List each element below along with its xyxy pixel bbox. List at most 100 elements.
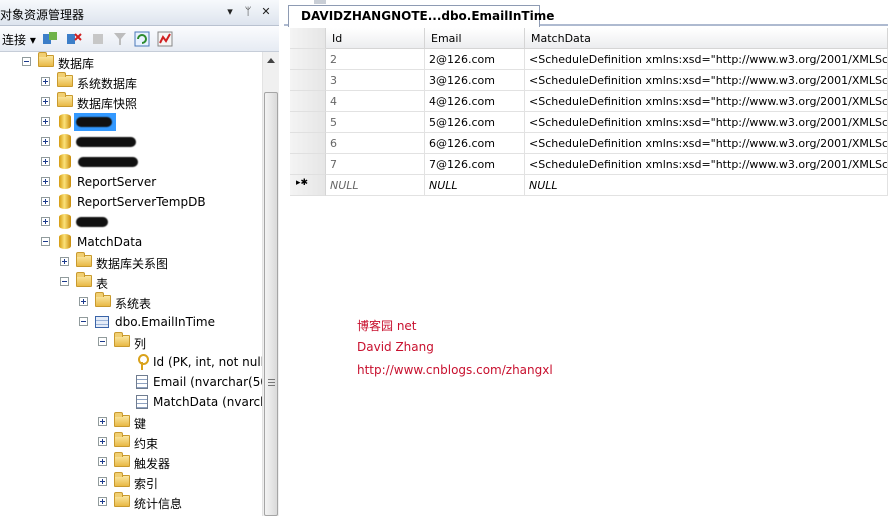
cell-matchdata-null[interactable]: NULL	[525, 175, 888, 196]
tree-node-label: dbo.EmailInTime	[115, 315, 215, 329]
expand-icon[interactable]	[41, 197, 50, 206]
row-selector[interactable]	[290, 112, 326, 133]
expand-icon[interactable]	[41, 217, 50, 226]
expand-icon[interactable]	[98, 457, 107, 466]
tree-node-triggers[interactable]: 触发器	[0, 452, 262, 472]
cell-id[interactable]: 6	[326, 133, 425, 154]
tree-node-reportserver[interactable]: ReportServer	[0, 172, 262, 192]
tree-node-tables[interactable]: 表	[0, 272, 262, 292]
grip-line	[268, 385, 275, 386]
cell-email[interactable]: 2@126.com	[425, 49, 525, 70]
expand-icon[interactable]	[41, 97, 50, 106]
cell-email[interactable]: 3@126.com	[425, 70, 525, 91]
expand-icon[interactable]	[41, 137, 50, 146]
tree-node-redacted-database[interactable]	[0, 132, 262, 152]
column-header-email[interactable]: Email	[425, 28, 525, 49]
cell-matchdata[interactable]: <ScheduleDefinition xmlns:xsd="http://ww…	[525, 112, 888, 133]
cell-email[interactable]: 4@126.com	[425, 91, 525, 112]
document-pane: DAVIDZHANGNOTE...dbo.EmailInTime Id Emai…	[284, 0, 888, 516]
cell-email-null[interactable]: NULL	[425, 175, 525, 196]
tree-node-redacted-database[interactable]	[0, 152, 262, 172]
column-header-id[interactable]: Id	[326, 28, 425, 49]
cell-email[interactable]: 7@126.com	[425, 154, 525, 175]
cell-id[interactable]: 2	[326, 49, 425, 70]
window-position-dropdown-icon[interactable]: ▾	[222, 4, 238, 20]
stop-icon[interactable]	[90, 31, 106, 47]
expand-icon[interactable]	[60, 257, 69, 266]
connect-dropdown-button[interactable]: 连接 ▾	[2, 31, 36, 48]
tree-node-column-email[interactable]: Email (nvarchar(50	[0, 372, 262, 392]
expand-icon[interactable]	[41, 157, 50, 166]
expand-icon[interactable]	[98, 417, 107, 426]
scrollbar-thumb[interactable]	[264, 92, 278, 516]
expand-icon[interactable]	[79, 297, 88, 306]
tree-node-system-databases[interactable]: 系统数据库	[0, 72, 262, 92]
expand-icon[interactable]	[98, 437, 107, 446]
cell-id-null[interactable]: NULL	[326, 175, 425, 196]
tree-node-indexes[interactable]: 索引	[0, 472, 262, 492]
tree-node-databases[interactable]: 数据库	[0, 52, 262, 72]
grid-corner-header[interactable]	[290, 28, 326, 49]
row-selector[interactable]	[290, 70, 326, 91]
filter-icon[interactable]	[112, 31, 128, 47]
cell-matchdata[interactable]: <ScheduleDefinition xmlns:xsd="http://ww…	[525, 133, 888, 154]
tree-node-keys[interactable]: 键	[0, 412, 262, 432]
new-row-marker-icon: ▸✱	[296, 178, 309, 188]
expand-icon[interactable]	[41, 117, 50, 126]
collapse-icon[interactable]	[79, 317, 88, 326]
scroll-up-arrow-icon[interactable]	[267, 58, 275, 63]
disconnect-icon[interactable]	[66, 31, 82, 47]
cell-id[interactable]: 7	[326, 154, 425, 175]
refresh-icon[interactable]	[134, 31, 150, 47]
tree-node-emailintime-table[interactable]: dbo.EmailInTime	[0, 312, 262, 332]
collapse-icon[interactable]	[98, 337, 107, 346]
object-explorer-toolbar: 连接 ▾	[0, 26, 279, 52]
tree-node-system-tables[interactable]: 系统表	[0, 292, 262, 312]
cell-id[interactable]: 3	[326, 70, 425, 91]
auto-hide-pin-icon[interactable]: ᛘ	[240, 4, 256, 20]
tree-node-columns[interactable]: 列	[0, 332, 262, 352]
cell-email[interactable]: 5@126.com	[425, 112, 525, 133]
tree-node-redacted-database[interactable]	[0, 112, 262, 132]
collapse-icon[interactable]	[60, 277, 69, 286]
tab-well-grip	[314, 0, 326, 4]
tree-node-database-diagrams[interactable]: 数据库关系图	[0, 252, 262, 272]
tree-node-label: 索引	[134, 477, 159, 491]
vertical-scrollbar[interactable]	[262, 52, 279, 516]
cell-matchdata[interactable]: <ScheduleDefinition xmlns:xsd="http://ww…	[525, 154, 888, 175]
row-selector[interactable]	[290, 154, 326, 175]
row-selector[interactable]	[290, 49, 326, 70]
tree-node-constraints[interactable]: 约束	[0, 432, 262, 452]
activity-monitor-icon[interactable]	[157, 31, 173, 47]
tree-node-matchdata[interactable]: MatchData	[0, 232, 262, 252]
tree-node-reportservertempdb[interactable]: ReportServerTempDB	[0, 192, 262, 212]
close-icon[interactable]: ✕	[258, 4, 274, 20]
expand-icon[interactable]	[98, 497, 107, 506]
tree-node-column-matchdata[interactable]: MatchData (nvarch	[0, 392, 262, 412]
cell-matchdata[interactable]: <ScheduleDefinition xmlns:xsd="http://ww…	[525, 70, 888, 91]
new-row-selector[interactable]: ▸✱	[290, 175, 326, 196]
redacted-label	[76, 117, 112, 127]
row-selector[interactable]	[290, 91, 326, 112]
tree-node-column-id[interactable]: Id (PK, int, not null)	[0, 352, 262, 372]
tree-node-statistics[interactable]: 统计信息	[0, 492, 262, 512]
cell-id[interactable]: 5	[326, 112, 425, 133]
cell-matchdata[interactable]: <ScheduleDefinition xmlns:xsd="http://ww…	[525, 91, 888, 112]
tab-emailintime[interactable]: DAVIDZHANGNOTE...dbo.EmailInTime	[288, 5, 554, 27]
cell-matchdata[interactable]: <ScheduleDefinition xmlns:xsd="http://ww…	[525, 49, 888, 70]
folder-icon	[57, 72, 73, 87]
row-selector[interactable]	[290, 133, 326, 154]
expand-icon[interactable]	[41, 177, 50, 186]
cell-id[interactable]: 4	[326, 91, 425, 112]
tree-node-database-snapshots[interactable]: 数据库快照	[0, 92, 262, 112]
tree-node-redacted-database[interactable]	[0, 212, 262, 232]
collapse-icon[interactable]	[41, 237, 50, 246]
cell-email[interactable]: 6@126.com	[425, 133, 525, 154]
redacted-label	[76, 217, 108, 227]
connect-object-explorer-icon[interactable]	[42, 31, 58, 47]
collapse-icon[interactable]	[22, 57, 31, 66]
expand-icon[interactable]	[41, 77, 50, 86]
expand-icon[interactable]	[98, 477, 107, 486]
column-header-matchdata[interactable]: MatchData	[525, 28, 888, 49]
tree-node-label: 触发器	[134, 457, 171, 471]
